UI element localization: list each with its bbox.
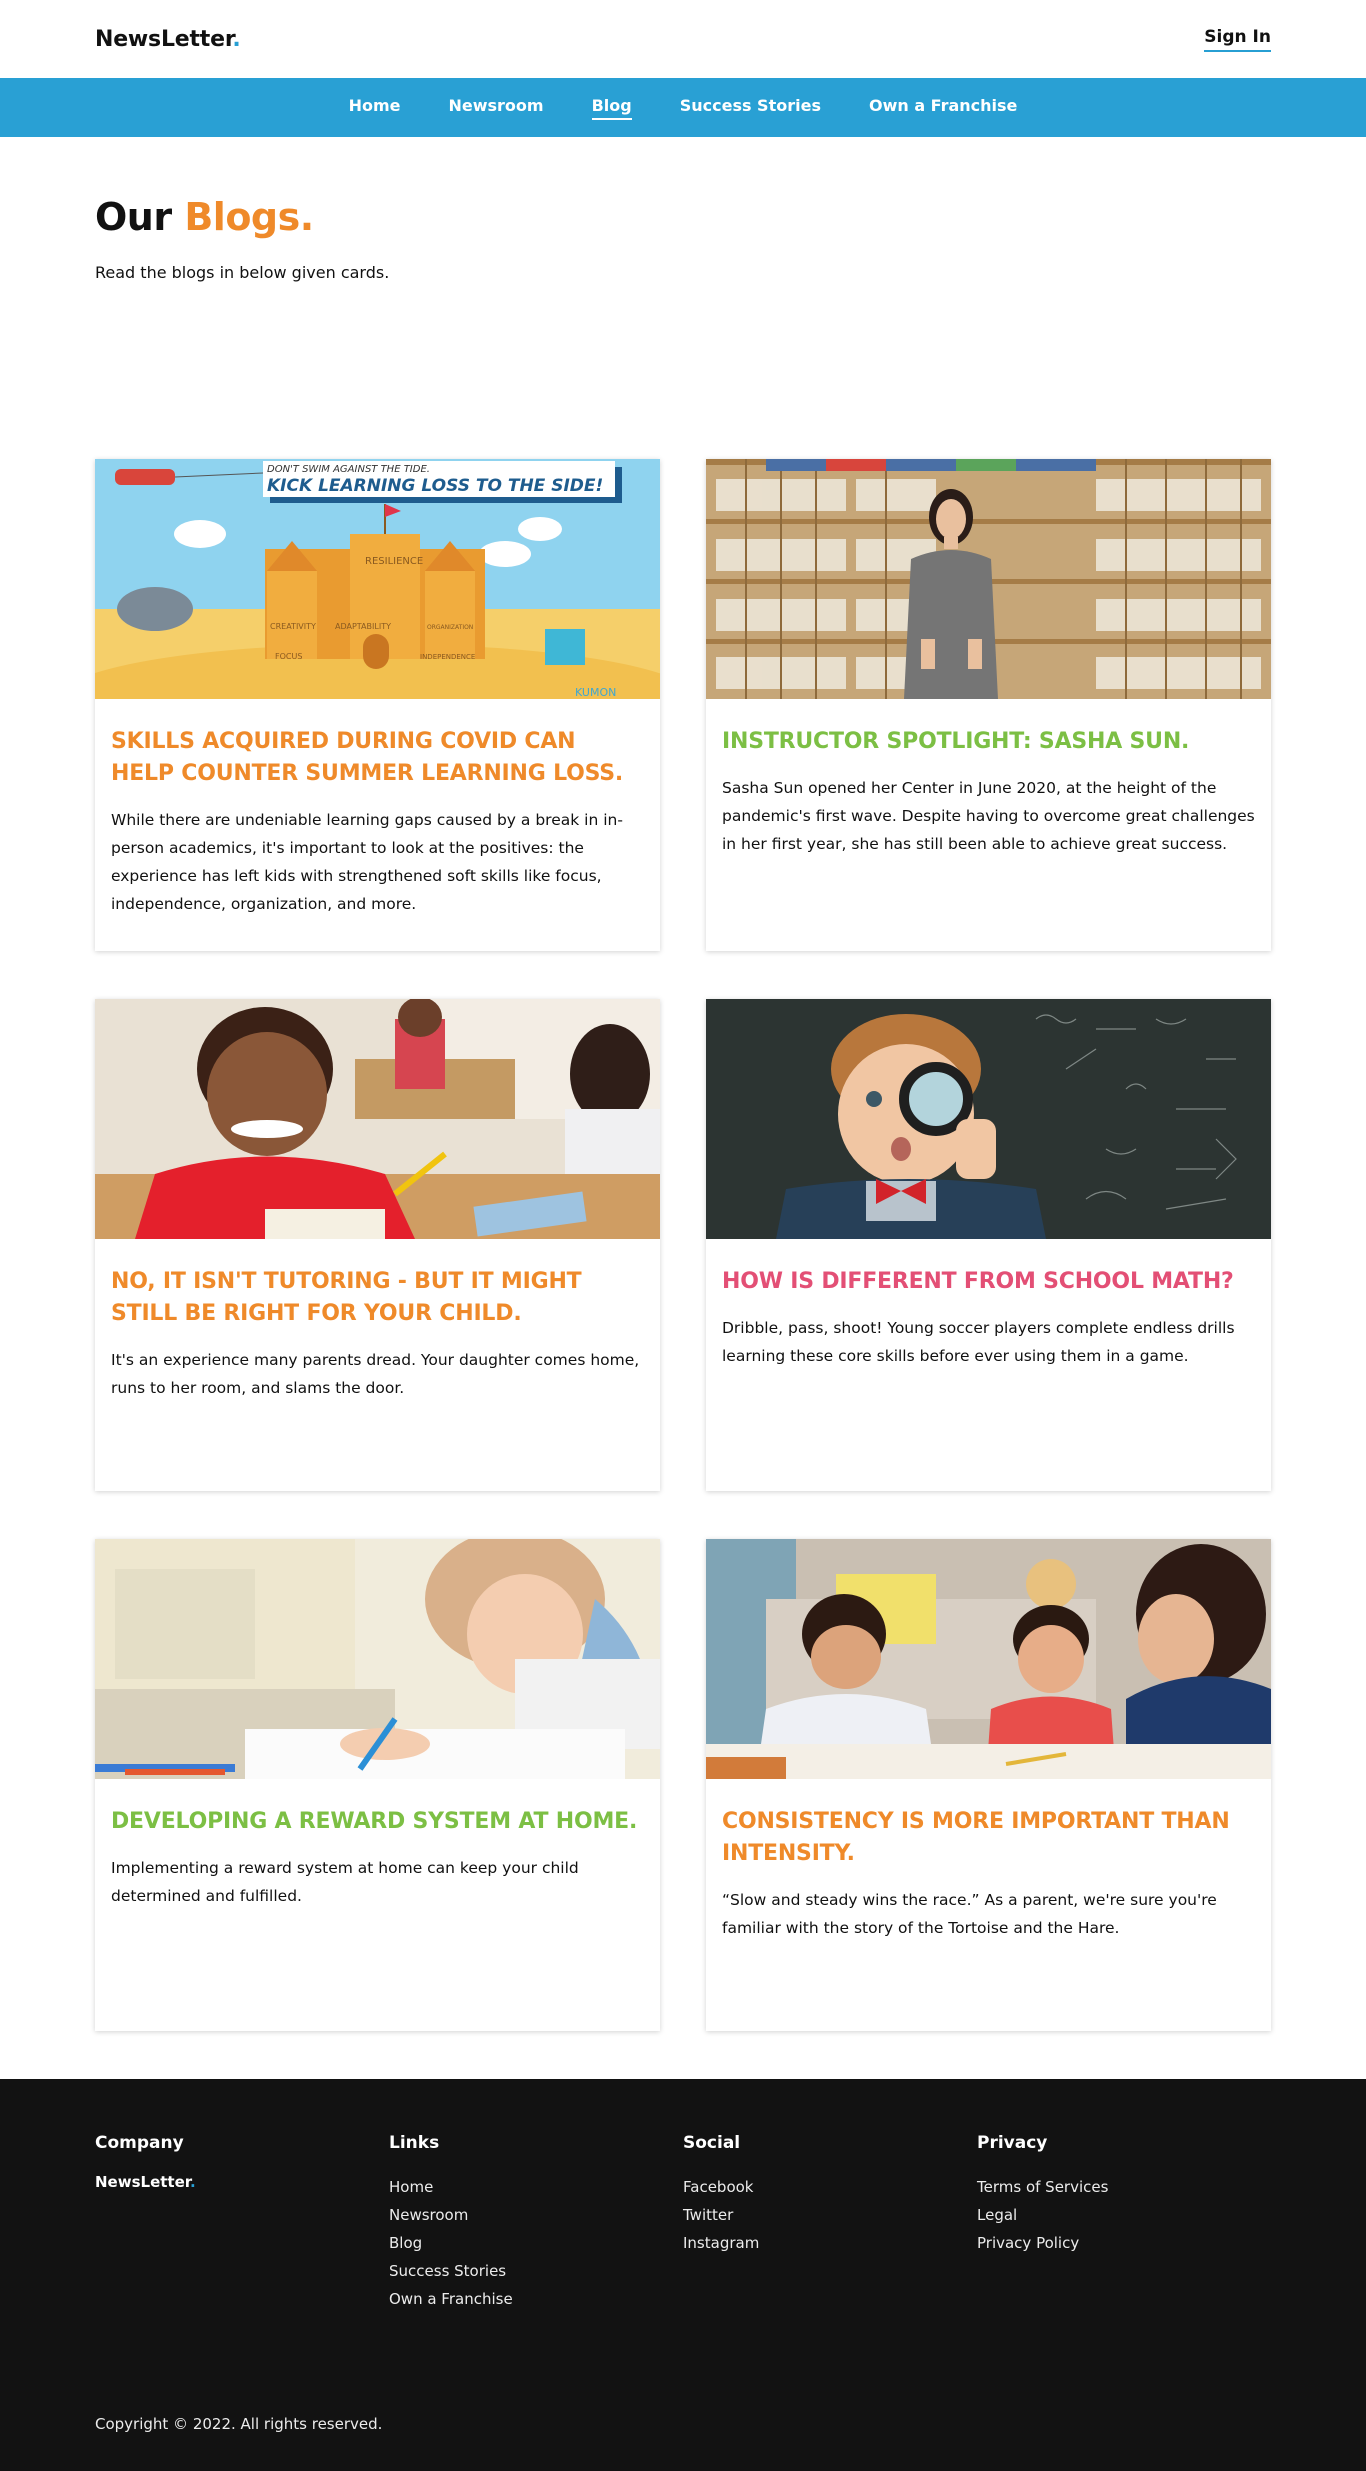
blog-card[interactable]: NO, IT ISN'T TUTORING - BUT IT MIGHT STI… [95, 999, 660, 1491]
blog-card-title[interactable]: CONSISTENCY IS MORE IMPORTANT THAN INTEN… [722, 1806, 1255, 1870]
footer-social-list: Facebook Twitter Instagram [683, 2173, 977, 2257]
footer-privacy-list: Terms of Services Legal Privacy Policy [977, 2173, 1271, 2257]
brand-dot: . [232, 26, 241, 52]
castle-label: ORGANIZATION [427, 624, 473, 631]
brand-logo[interactable]: NewsLetter. [95, 27, 241, 52]
nav-item-blog[interactable]: Blog [591, 96, 632, 120]
footer-link-home[interactable]: Home [389, 2173, 683, 2201]
page-title-accent: Blogs. [184, 195, 314, 239]
footer-heading-social: Social [683, 2133, 741, 2153]
blog-card-text: While there are undeniable learning gaps… [111, 811, 623, 913]
footer-link-terms[interactable]: Terms of Services [977, 2173, 1271, 2201]
castle-label: INDEPENDENCE [420, 653, 475, 661]
blog-card[interactable]: DEVELOPING A REWARD SYSTEM AT HOME. Impl… [95, 1539, 660, 2031]
page-title-main: Our [95, 195, 185, 239]
top-header: NewsLetter. Sign In [0, 0, 1366, 78]
image-logo-text: KUMON [575, 686, 616, 699]
blog-card-image-girl-drawing [95, 1539, 660, 1779]
blog-card-title[interactable]: INSTRUCTOR SPOTLIGHT: SASHA SUN. [722, 726, 1255, 758]
castle-label: RESILIENCE [365, 556, 423, 567]
blog-card-title[interactable]: SKILLS ACQUIRED DURING COVID CAN HELP CO… [111, 726, 644, 790]
footer-link-own-a-franchise[interactable]: Own a Franchise [389, 2285, 683, 2313]
footer-link-success-stories[interactable]: Success Stories [389, 2257, 683, 2285]
footer-link-facebook[interactable]: Facebook [683, 2173, 977, 2201]
nav-item-success-stories[interactable]: Success Stories [680, 96, 821, 120]
blog-card-body: SKILLS ACQUIRED DURING COVID CAN HELP CO… [95, 699, 660, 918]
footer-link-newsroom[interactable]: Newsroom [389, 2201, 683, 2229]
blog-card-image-classroom [95, 999, 660, 1239]
footer-col-social: Social Facebook Twitter Instagram [683, 2133, 977, 2313]
brand-name: NewsLetter [95, 26, 233, 52]
blog-card[interactable]: DON'T SWIM AGAINST THE TIDE. KICK LEARNI… [95, 459, 660, 951]
footer-brand[interactable]: NewsLetter. [95, 2173, 389, 2191]
blog-card-text: Sasha Sun opened her Center in June 2020… [722, 779, 1255, 853]
blog-card-image-sandcastle: DON'T SWIM AGAINST THE TIDE. KICK LEARNI… [95, 459, 660, 699]
castle-label: FOCUS [275, 652, 302, 661]
site-footer: Company NewsLetter. Links Home Newsroom … [0, 2079, 1366, 2471]
blog-card-title[interactable]: HOW IS DIFFERENT FROM SCHOOL MATH? [722, 1266, 1255, 1298]
blog-card-body: INSTRUCTOR SPOTLIGHT: SASHA SUN. Sasha S… [706, 699, 1271, 858]
page-subtitle: Read the blogs in below given cards. [95, 263, 390, 282]
blog-card-image-magnifier-boy [706, 999, 1271, 1239]
footer-col-company: Company NewsLetter. [95, 2133, 389, 2313]
sign-in-link[interactable]: Sign In [1204, 27, 1271, 52]
image-caption-top: DON'T SWIM AGAINST THE TIDE. [267, 464, 430, 475]
blog-card-text: “Slow and steady wins the race.” As a pa… [722, 1891, 1217, 1937]
footer-links-list: Home Newsroom Blog Success Stories Own a… [389, 2173, 683, 2313]
footer-link-blog[interactable]: Blog [389, 2229, 683, 2257]
page-title: Our Blogs. [95, 195, 1271, 239]
footer-heading-links: Links [389, 2133, 440, 2153]
main-nav: Home Newsroom Blog Success Stories Own a… [0, 78, 1366, 137]
image-caption-main: KICK LEARNING LOSS TO THE SIDE! [267, 476, 603, 496]
blog-card-text: Dribble, pass, shoot! Young soccer playe… [722, 1319, 1235, 1365]
copyright-text: Copyright © 2022. All rights reserved. [95, 2415, 383, 2433]
page-header: Our Blogs. Read the blogs in below given… [95, 137, 1271, 459]
blog-card-text: It's an experience many parents dread. Y… [111, 1351, 640, 1397]
blog-card-body: DEVELOPING A REWARD SYSTEM AT HOME. Impl… [95, 1779, 660, 1910]
blog-card-body: CONSISTENCY IS MORE IMPORTANT THAN INTEN… [706, 1779, 1271, 1942]
blog-card-image-family-study [706, 1539, 1271, 1779]
footer-link-privacy-policy[interactable]: Privacy Policy [977, 2229, 1271, 2257]
nav-item-own-a-franchise[interactable]: Own a Franchise [869, 96, 1017, 120]
blog-card[interactable]: HOW IS DIFFERENT FROM SCHOOL MATH? Dribb… [706, 999, 1271, 1491]
blog-card[interactable]: INSTRUCTOR SPOTLIGHT: SASHA SUN. Sasha S… [706, 459, 1271, 951]
footer-link-instagram[interactable]: Instagram [683, 2229, 977, 2257]
blog-grid: DON'T SWIM AGAINST THE TIDE. KICK LEARNI… [95, 459, 1271, 2031]
castle-label: CREATIVITY [270, 622, 316, 631]
footer-col-privacy: Privacy Terms of Services Legal Privacy … [977, 2133, 1271, 2313]
footer-heading-privacy: Privacy [977, 2133, 1048, 2153]
blog-card-title[interactable]: NO, IT ISN'T TUTORING - BUT IT MIGHT STI… [111, 1266, 644, 1330]
blog-card-text: Implementing a reward system at home can… [111, 1859, 579, 1905]
footer-link-legal[interactable]: Legal [977, 2201, 1271, 2229]
footer-col-links: Links Home Newsroom Blog Success Stories… [389, 2133, 683, 2313]
castle-label: ADAPTABILITY [335, 622, 391, 631]
blog-card-image-instructor [706, 459, 1271, 699]
nav-list: Home Newsroom Blog Success Stories Own a… [349, 96, 1017, 120]
footer-brand-dot: . [190, 2173, 196, 2191]
footer-link-twitter[interactable]: Twitter [683, 2201, 977, 2229]
nav-item-home[interactable]: Home [349, 96, 401, 120]
blog-card-title[interactable]: DEVELOPING A REWARD SYSTEM AT HOME. [111, 1806, 644, 1838]
footer-columns: Company NewsLetter. Links Home Newsroom … [95, 2133, 1271, 2313]
footer-brand-name: NewsLetter [95, 2173, 191, 2191]
blog-card-body: HOW IS DIFFERENT FROM SCHOOL MATH? Dribb… [706, 1239, 1271, 1370]
nav-item-newsroom[interactable]: Newsroom [448, 96, 543, 120]
blog-card-body: NO, IT ISN'T TUTORING - BUT IT MIGHT STI… [95, 1239, 660, 1402]
blog-card[interactable]: CONSISTENCY IS MORE IMPORTANT THAN INTEN… [706, 1539, 1271, 2031]
footer-heading-company: Company [95, 2133, 184, 2153]
